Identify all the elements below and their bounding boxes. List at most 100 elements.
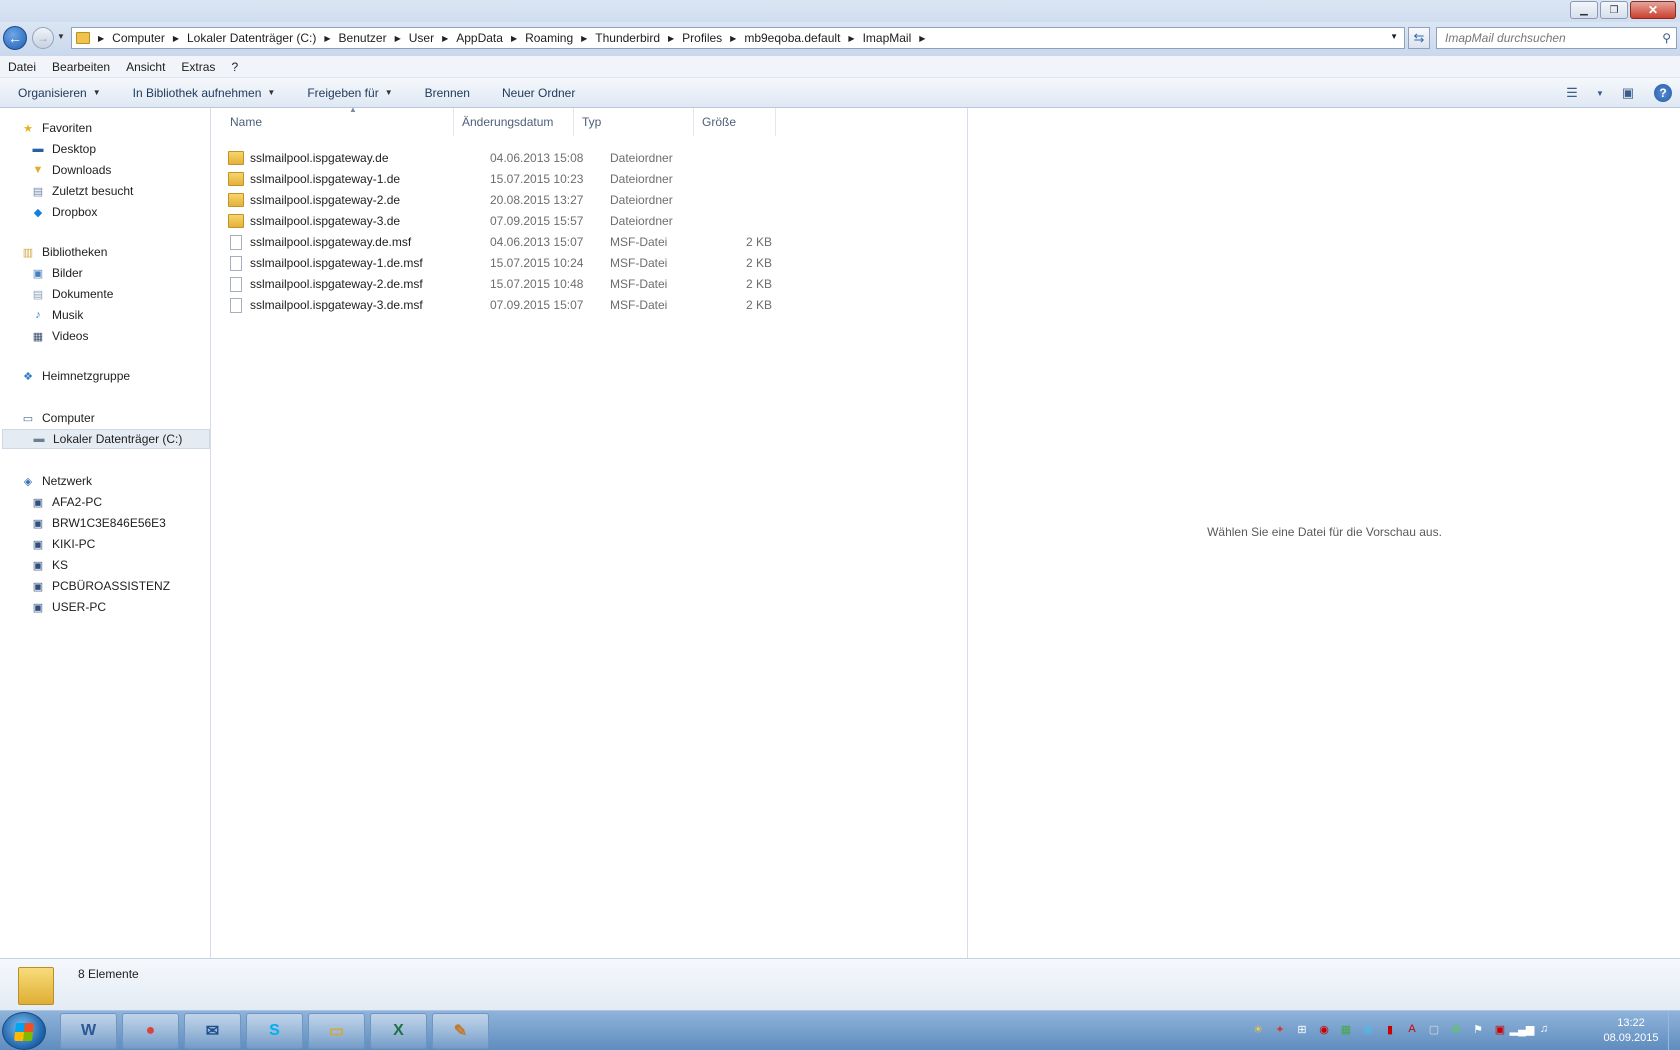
table-row[interactable]: sslmailpool.ispgateway.de 04.06.2013 15:0… — [228, 148, 958, 168]
menu-item[interactable]: Bearbeiten — [44, 60, 118, 74]
tray-app-icon[interactable]: ◉ — [1316, 1021, 1332, 1037]
command-button[interactable]: In Bibliothek aufnehmen ▼ — [115, 78, 290, 107]
network-icon[interactable]: ▂▄▆ — [1510, 1021, 1535, 1037]
nav-item[interactable]: ◈ Netzwerk — [0, 471, 92, 491]
nav-item[interactable]: ▣ KIKI-PC — [0, 534, 96, 554]
breadcrumb-item[interactable]: Lokaler Datenträger (C:) ▶ — [187, 31, 339, 45]
tray-app-icon[interactable]: ▮ — [1382, 1021, 1398, 1037]
view-dropdown-icon[interactable]: ▼ — [1596, 83, 1604, 103]
search-icon[interactable]: ⚲ — [1662, 31, 1671, 45]
nav-item[interactable]: ▤ Dokumente — [0, 284, 114, 304]
column-header-date[interactable]: Änderungsdatum — [454, 108, 574, 136]
nav-item[interactable]: ▬ Desktop — [0, 139, 97, 159]
chevron-right-icon[interactable]: ▶ — [511, 34, 517, 43]
breadcrumb-item[interactable]: Thunderbird ▶ — [595, 31, 682, 45]
breadcrumb-item[interactable]: ImapMail ▶ — [863, 31, 934, 45]
menu-item[interactable]: ? — [223, 60, 246, 74]
taskbar-app-button[interactable]: ✎ — [432, 1013, 489, 1049]
recent-pages-dropdown-icon[interactable]: ▼ — [57, 32, 65, 41]
nav-item[interactable]: ◆ Dropbox — [0, 202, 98, 222]
help-icon[interactable]: ? — [1654, 84, 1672, 102]
chevron-right-icon[interactable]: ▶ — [395, 34, 401, 43]
breadcrumb-item[interactable]: Computer ▶ — [112, 31, 187, 45]
show-desktop-button[interactable] — [1668, 1011, 1680, 1050]
view-options-icon[interactable]: ☰ — [1562, 83, 1582, 103]
chevron-right-icon[interactable]: ▶ — [668, 34, 674, 43]
nav-item[interactable]: ▤ Zuletzt besucht — [0, 181, 134, 201]
nav-item[interactable]: ▣ Bilder — [0, 263, 83, 283]
breadcrumb-item[interactable]: AppData ▶ — [456, 31, 525, 45]
volume-icon[interactable]: ♫ — [1536, 1021, 1552, 1037]
tray-app-icon[interactable]: ▢ — [1426, 1021, 1442, 1037]
chevron-right-icon[interactable]: ▶ — [848, 34, 854, 43]
taskbar-app-button[interactable]: X — [370, 1013, 427, 1049]
breadcrumb-item[interactable]: Profiles ▶ — [682, 31, 744, 45]
tray-app-icon[interactable]: ▣ — [1492, 1021, 1508, 1037]
table-row[interactable]: sslmailpool.ispgateway-3.de.msf 07.09.201… — [228, 295, 958, 315]
clock[interactable]: 13:22 08.09.2015 — [1595, 1016, 1667, 1046]
nav-item[interactable]: ▣ AFA2-PC — [0, 492, 102, 512]
menu-item[interactable]: Datei — [0, 60, 44, 74]
nav-item[interactable]: ▥ Bibliotheken — [0, 242, 108, 262]
nav-item[interactable]: ▣ KS — [0, 555, 68, 575]
forward-button[interactable]: → — [32, 27, 54, 49]
sync-icon[interactable]: ♻ — [1448, 1021, 1464, 1037]
command-button[interactable]: Organisieren ▼ — [0, 78, 115, 107]
table-row[interactable]: sslmailpool.ispgateway-1.de 15.07.2015 10… — [228, 169, 958, 189]
weather-icon[interactable]: ☀ — [1250, 1021, 1266, 1037]
breadcrumb-item[interactable]: mb9eqoba.default ▶ — [744, 31, 862, 45]
command-button[interactable]: Brennen — [407, 78, 484, 107]
nav-item[interactable]: ▣ PCBÜROASSISTENZ — [0, 576, 170, 596]
table-row[interactable]: sslmailpool.ispgateway-2.de.msf 15.07.201… — [228, 274, 958, 294]
tray-app-icon[interactable]: ✦ — [1272, 1021, 1288, 1037]
chevron-right-icon[interactable]: ▶ — [730, 34, 736, 43]
column-header-size[interactable]: Größe — [694, 108, 776, 136]
refresh-button[interactable]: ⇆ — [1408, 27, 1430, 49]
table-row[interactable]: sslmailpool.ispgateway-2.de 20.08.2015 13… — [228, 190, 958, 210]
table-row[interactable]: sslmailpool.ispgateway-3.de 07.09.2015 15… — [228, 211, 958, 231]
windows-icon[interactable]: ⊞ — [1294, 1021, 1310, 1037]
nav-item[interactable]: ▣ USER-PC — [0, 597, 106, 617]
command-button[interactable]: Freigeben für ▼ — [289, 78, 406, 107]
chevron-right-icon[interactable]: ▶ — [173, 34, 179, 43]
taskbar-app-button[interactable]: S — [246, 1013, 303, 1049]
nav-item[interactable]: ▭ Computer — [0, 408, 95, 428]
back-button[interactable]: ← — [3, 26, 27, 50]
breadcrumb-item[interactable]: Benutzer ▶ — [339, 31, 409, 45]
search-input[interactable]: ImapMail durchsuchen ⚲ — [1436, 27, 1677, 49]
preview-pane-icon[interactable]: ▣ — [1618, 83, 1638, 103]
nav-item[interactable]: ▬ Lokaler Datenträger (C:) — [2, 429, 210, 449]
maximize-button[interactable]: ❐ — [1600, 1, 1628, 19]
address-bar[interactable]: ▶ Computer ▶ Lokaler Datenträger (C:) ▶ Benu… — [71, 27, 1405, 49]
breadcrumb-item[interactable]: Roaming ▶ — [525, 31, 595, 45]
chevron-right-icon[interactable]: ▶ — [919, 34, 925, 43]
nav-item[interactable]: ▦ Videos — [0, 326, 89, 346]
breadcrumb-item[interactable]: User ▶ — [409, 31, 457, 45]
nav-item[interactable]: ▣ BRW1C3E846E56E3 — [0, 513, 166, 533]
nav-item[interactable]: ♪ Musik — [0, 305, 83, 325]
table-row[interactable]: sslmailpool.ispgateway.de.msf 04.06.2013 … — [228, 232, 958, 252]
address-dropdown-icon[interactable]: ▼ — [1390, 32, 1398, 41]
nav-item[interactable]: ★ Favoriten — [0, 118, 92, 138]
chevron-right-icon[interactable]: ▶ — [442, 34, 448, 43]
command-button[interactable]: Neuer Ordner — [484, 78, 589, 107]
tray-app-icon[interactable]: ▦ — [1338, 1021, 1354, 1037]
menu-item[interactable]: Extras — [173, 60, 223, 74]
taskbar-app-button[interactable]: ● — [122, 1013, 179, 1049]
nav-item[interactable]: ▼ Downloads — [0, 160, 112, 180]
start-button[interactable] — [2, 1012, 46, 1050]
nav-item[interactable]: ❖ Heimnetzgruppe — [0, 366, 130, 386]
column-header-name[interactable]: Name ▲ — [212, 105, 454, 136]
table-row[interactable]: sslmailpool.ispgateway-1.de.msf 15.07.201… — [228, 253, 958, 273]
taskbar-app-button[interactable]: W — [60, 1013, 117, 1049]
chevron-right-icon[interactable]: ▶ — [581, 34, 587, 43]
menu-item[interactable]: Ansicht — [118, 60, 173, 74]
flag-icon[interactable]: ⚑ — [1470, 1021, 1486, 1037]
minimize-button[interactable]: ▁ — [1570, 1, 1598, 19]
chevron-right-icon[interactable]: ▶ — [324, 34, 330, 43]
column-header-type[interactable]: Typ — [574, 108, 694, 136]
acrobat-icon[interactable]: A — [1404, 1021, 1420, 1037]
tray-app-icon[interactable]: ◎ — [1360, 1021, 1376, 1037]
taskbar-app-button[interactable]: ▭ — [308, 1013, 365, 1049]
close-button[interactable]: ✕ — [1630, 1, 1676, 19]
